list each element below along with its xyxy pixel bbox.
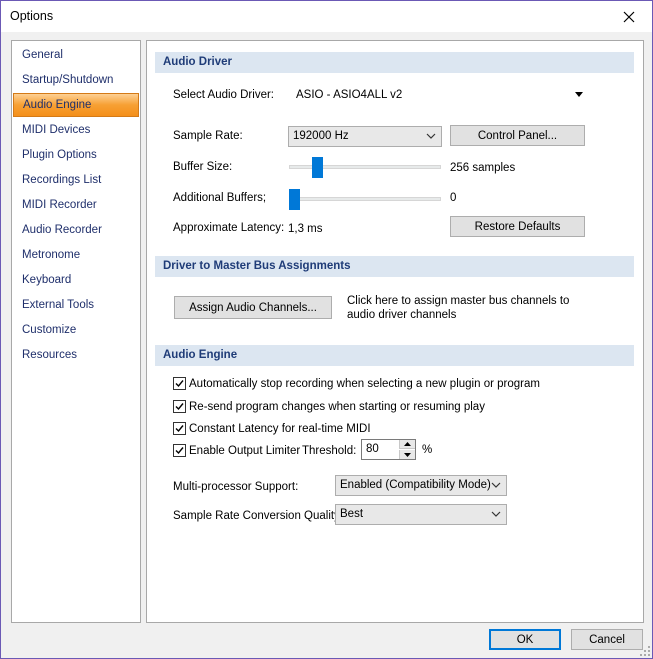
sidebar-item-midi-recorder[interactable]: MIDI Recorder: [12, 193, 140, 217]
sidebar-item-midi-devices[interactable]: MIDI Devices: [12, 118, 140, 142]
check-icon: [175, 425, 184, 433]
select-audio-driver-label: Select Audio Driver:: [173, 89, 274, 101]
sample-rate-value: 192000 Hz: [293, 130, 349, 142]
options-window: Options General Startup/Shutdown Audio E…: [0, 0, 653, 659]
threshold-value: 80: [366, 443, 379, 455]
options-sidebar: General Startup/Shutdown Audio Engine MI…: [11, 40, 141, 623]
chevron-down-icon: [575, 92, 583, 97]
output-limiter-checkbox[interactable]: [173, 444, 186, 457]
audio-engine-panel: Audio Driver Select Audio Driver: ASIO -…: [146, 40, 644, 623]
check-icon: [175, 403, 184, 411]
audio-driver-dropdown[interactable]: ASIO - ASIO4ALL v2: [292, 83, 587, 107]
close-button[interactable]: [606, 1, 652, 32]
ok-button[interactable]: OK: [489, 629, 561, 650]
close-icon: [623, 11, 635, 22]
multiprocessor-value: Enabled (Compatibility Mode): [340, 479, 491, 491]
window-title: Options: [10, 9, 54, 23]
section-header-audio-engine: Audio Engine: [155, 345, 634, 366]
chevron-down-icon: [491, 482, 501, 488]
sidebar-item-external-tools[interactable]: External Tools: [12, 293, 140, 317]
additional-buffers-value: 0: [450, 192, 457, 204]
src-quality-dropdown[interactable]: Best: [335, 504, 507, 525]
title-bar: Options: [1, 1, 652, 32]
sidebar-item-plugin-options[interactable]: Plugin Options: [12, 143, 140, 167]
sidebar-item-startup-shutdown[interactable]: Startup/Shutdown: [12, 68, 140, 92]
auto-stop-recording-checkbox[interactable]: [173, 377, 186, 390]
sidebar-item-recordings-list[interactable]: Recordings List: [12, 168, 140, 192]
chevron-up-icon: [404, 442, 411, 446]
buffer-size-slider[interactable]: [311, 157, 323, 178]
bus-help-line-2: audio driver channels: [347, 309, 457, 321]
check-icon: [175, 447, 184, 455]
sidebar-item-audio-engine[interactable]: Audio Engine: [13, 93, 139, 117]
assign-audio-channels-button[interactable]: Assign Audio Channels...: [174, 296, 332, 319]
sidebar-item-metronome[interactable]: Metronome: [12, 243, 140, 267]
restore-defaults-button[interactable]: Restore Defaults: [450, 216, 585, 237]
src-quality-value: Best: [340, 508, 364, 520]
chevron-down-icon: [491, 511, 501, 517]
sidebar-item-keyboard[interactable]: Keyboard: [12, 268, 140, 292]
spinner-up-button[interactable]: [399, 440, 415, 449]
auto-stop-recording-label[interactable]: Automatically stop recording when select…: [189, 378, 540, 390]
sidebar-item-audio-recorder[interactable]: Audio Recorder: [12, 218, 140, 242]
src-quality-label: Sample Rate Conversion Quality:: [173, 510, 344, 522]
sample-rate-label: Sample Rate:: [173, 130, 243, 142]
additional-buffers-track: [289, 197, 441, 201]
latency-value: 1,3 ms: [288, 223, 323, 235]
additional-buffers-slider[interactable]: [289, 189, 300, 210]
cancel-button[interactable]: Cancel: [571, 629, 643, 650]
buffer-size-value: 256 samples: [450, 162, 516, 174]
sidebar-item-customize[interactable]: Customize: [12, 318, 140, 342]
sample-rate-dropdown[interactable]: 192000 Hz: [288, 126, 442, 147]
spinner-down-button[interactable]: [399, 450, 415, 459]
resize-grip-icon[interactable]: [640, 646, 650, 656]
constant-latency-label[interactable]: Constant Latency for real-time MIDI: [189, 423, 371, 435]
resend-program-changes-checkbox[interactable]: [173, 400, 186, 413]
check-icon: [175, 380, 184, 388]
threshold-unit: %: [422, 444, 433, 456]
output-limiter-label[interactable]: Enable Output Limiter: [189, 445, 300, 457]
multiprocessor-dropdown[interactable]: Enabled (Compatibility Mode): [335, 475, 507, 496]
audio-driver-value: ASIO - ASIO4ALL v2: [296, 89, 403, 101]
buffer-size-label: Buffer Size:: [173, 161, 233, 173]
control-panel-button[interactable]: Control Panel...: [450, 125, 585, 146]
additional-buffers-label: Additional Buffers;: [173, 192, 267, 204]
multiprocessor-label: Multi-processor Support:: [173, 481, 299, 493]
section-header-bus-assignments: Driver to Master Bus Assignments: [155, 256, 634, 277]
latency-label: Approximate Latency:: [173, 222, 285, 234]
resend-program-changes-label[interactable]: Re-send program changes when starting or…: [189, 401, 485, 413]
chevron-down-icon: [404, 452, 411, 457]
section-header-audio-driver: Audio Driver: [155, 52, 634, 73]
threshold-label: Threshold:: [302, 445, 357, 457]
bus-help-line-1: Click here to assign master bus channels…: [347, 295, 570, 307]
sidebar-item-general[interactable]: General: [12, 43, 140, 67]
chevron-down-icon: [426, 133, 436, 139]
sidebar-item-resources[interactable]: Resources: [12, 343, 140, 367]
constant-latency-checkbox[interactable]: [173, 422, 186, 435]
threshold-spinner[interactable]: 80: [361, 439, 416, 460]
